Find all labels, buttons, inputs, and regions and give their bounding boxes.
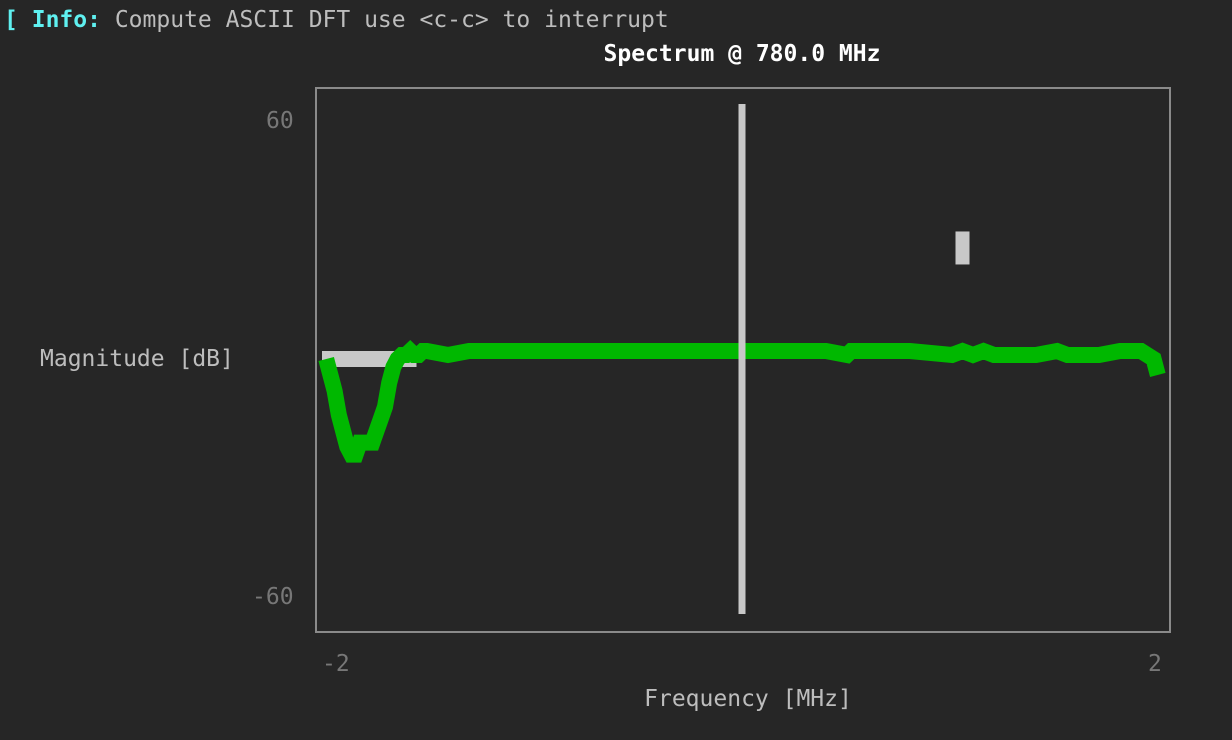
peak-marker [955,231,970,265]
spectrum-plot [315,87,1171,633]
center-frequency-marker [738,104,746,614]
